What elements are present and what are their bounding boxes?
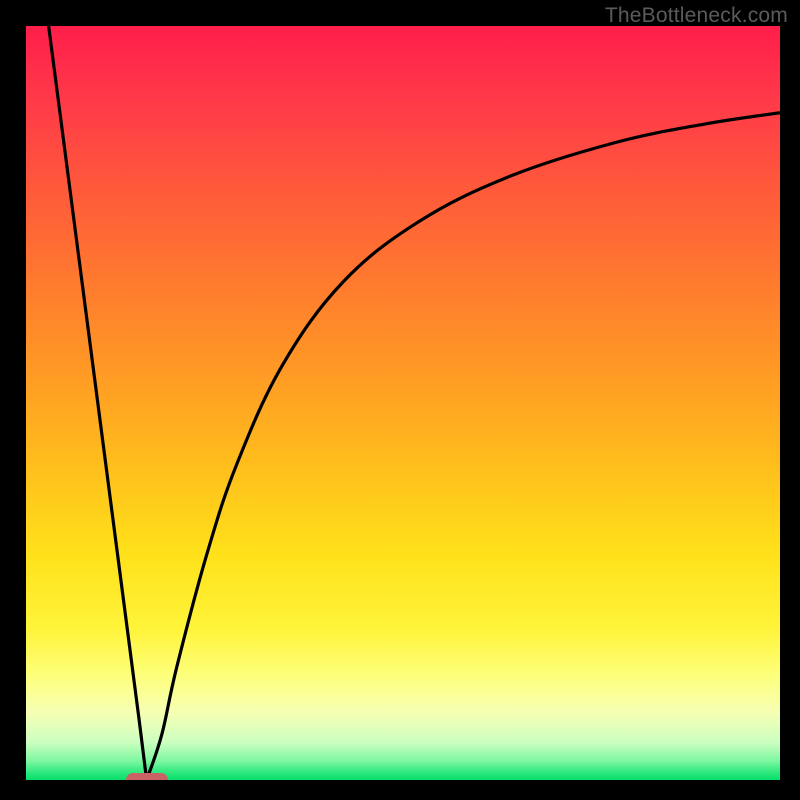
chart-canvas: TheBottleneck.com [0,0,800,800]
curve-right-branch [147,113,780,780]
optimal-point-marker [126,773,168,780]
plot-area [26,26,780,780]
bottleneck-curve [26,26,780,780]
watermark-text: TheBottleneck.com [605,4,788,28]
curve-left-branch [49,26,147,780]
